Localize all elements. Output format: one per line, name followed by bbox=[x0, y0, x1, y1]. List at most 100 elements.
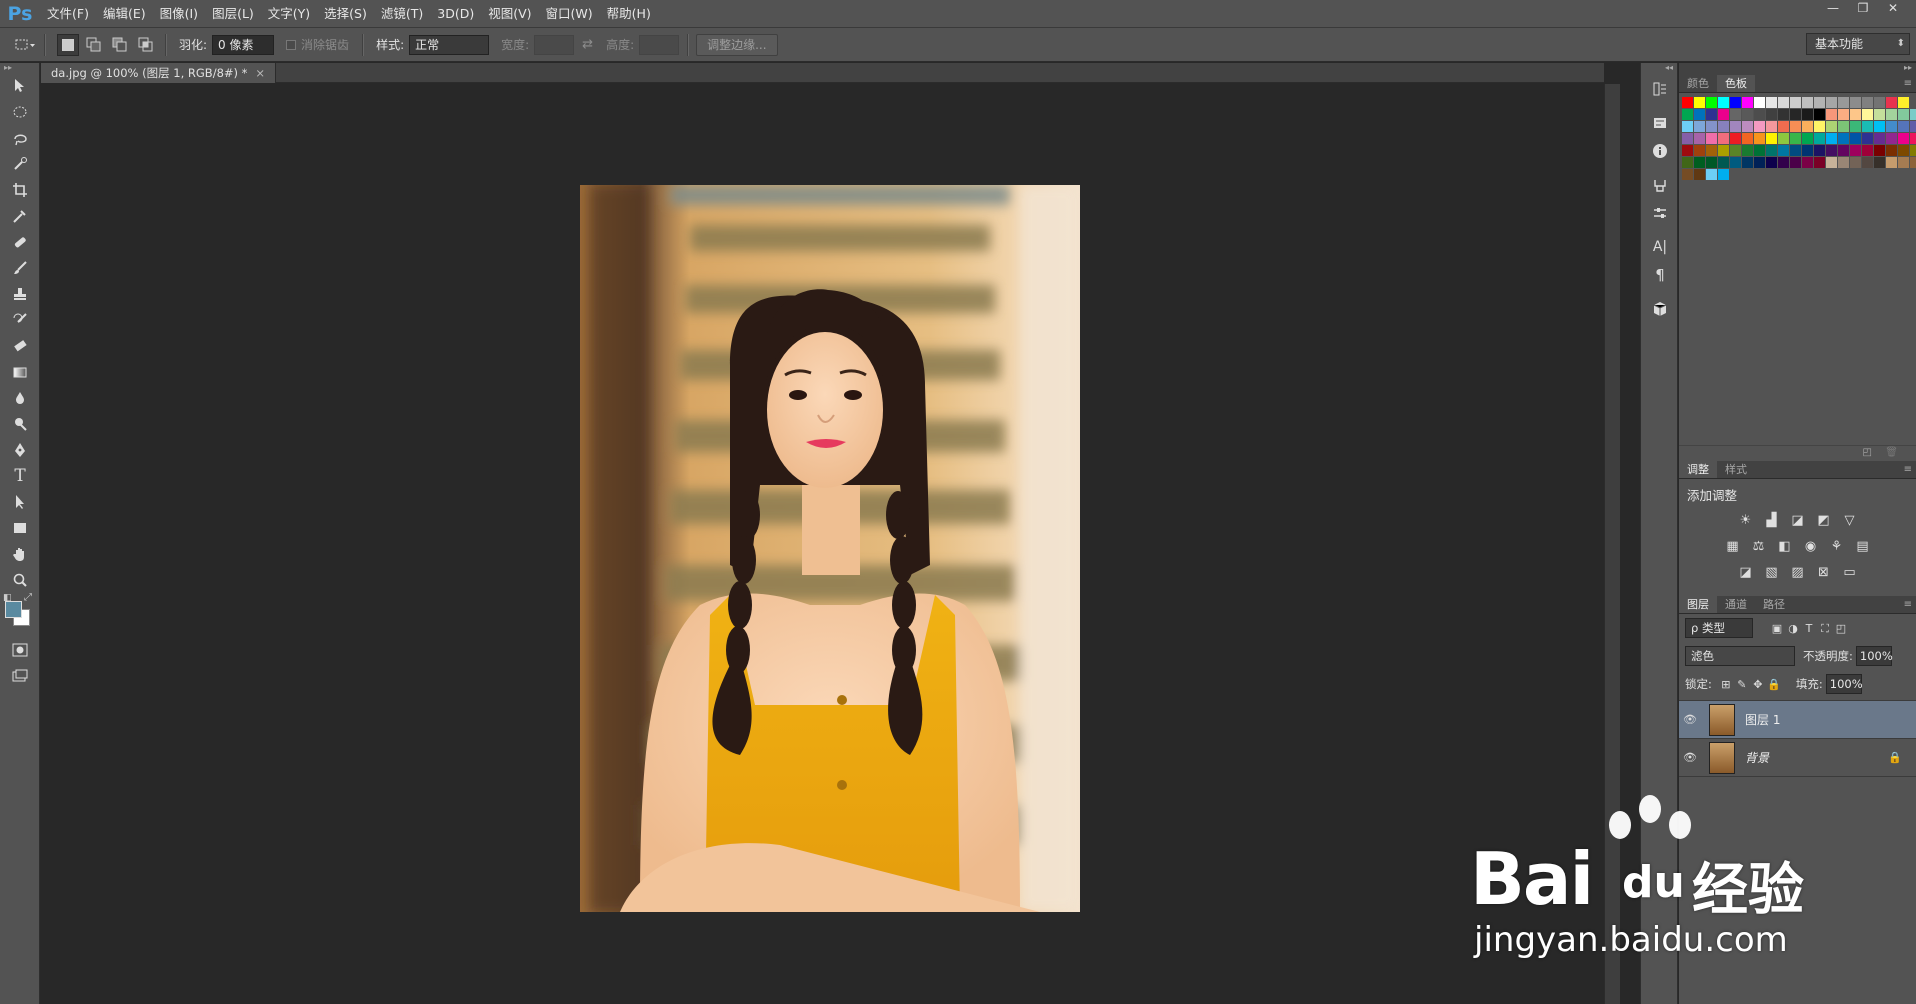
swatch-cell[interactable] bbox=[1838, 97, 1849, 108]
collapse-strip-icon[interactable]: ◂◂ bbox=[1641, 63, 1677, 75]
swatch-cell[interactable] bbox=[1850, 109, 1861, 120]
photoshop-logo[interactable]: Ps bbox=[0, 3, 40, 25]
height-input[interactable] bbox=[639, 34, 680, 55]
swatch-cell[interactable] bbox=[1694, 97, 1705, 108]
swatch-cell[interactable] bbox=[1850, 121, 1861, 132]
swatch-cell[interactable] bbox=[1754, 145, 1765, 156]
photo-filter-icon[interactable]: ◉ bbox=[1802, 538, 1820, 556]
posterize-icon[interactable]: ▧ bbox=[1763, 564, 1781, 582]
swap-dimensions-icon[interactable]: ⇄ bbox=[582, 37, 593, 52]
swatch-cell[interactable] bbox=[1862, 109, 1873, 120]
swatch-cell[interactable] bbox=[1694, 133, 1705, 144]
swatch-cell[interactable] bbox=[1838, 157, 1849, 168]
swatch-cell[interactable] bbox=[1766, 97, 1777, 108]
channel-mixer-icon[interactable]: ⚘ bbox=[1828, 538, 1846, 556]
menu-window[interactable]: 窗口(W) bbox=[539, 0, 600, 28]
swatch-cell[interactable] bbox=[1874, 133, 1885, 144]
swatch-cell[interactable] bbox=[1682, 97, 1693, 108]
history-panel-icon[interactable] bbox=[1641, 75, 1679, 103]
swatch-cell[interactable] bbox=[1718, 145, 1729, 156]
path-selection-tool-icon[interactable] bbox=[0, 489, 40, 515]
restore-button[interactable]: ❐ bbox=[1848, 0, 1878, 18]
swatch-cell[interactable] bbox=[1742, 121, 1753, 132]
style-select[interactable]: 正常 bbox=[409, 34, 490, 55]
screen-mode-icon[interactable] bbox=[0, 663, 40, 689]
delete-swatch-icon[interactable]: 🗑 bbox=[1885, 447, 1898, 458]
swatch-cell[interactable] bbox=[1814, 145, 1825, 156]
lock-all-icon[interactable]: 🔒 bbox=[1766, 678, 1782, 691]
invert-icon[interactable]: ◪ bbox=[1737, 564, 1755, 582]
feather-input[interactable]: 0 像素 bbox=[212, 34, 275, 55]
swatch-cell[interactable] bbox=[1874, 157, 1885, 168]
swap-colors-icon[interactable]: ⤢ bbox=[24, 592, 32, 603]
document-tab[interactable]: da.jpg @ 100% (图层 1, RGB/8#) * × bbox=[41, 63, 277, 83]
swatch-cell[interactable] bbox=[1850, 145, 1861, 156]
swatch-cell[interactable] bbox=[1754, 157, 1765, 168]
black-white-icon[interactable]: ◧ bbox=[1776, 538, 1794, 556]
swatch-cell[interactable] bbox=[1778, 157, 1789, 168]
vibrance-icon[interactable]: ▽ bbox=[1841, 512, 1859, 530]
swatch-cell[interactable] bbox=[1874, 145, 1885, 156]
menu-layer[interactable]: 图层(L) bbox=[205, 0, 261, 28]
swatch-cell[interactable] bbox=[1778, 97, 1789, 108]
swatch-cell[interactable] bbox=[1730, 121, 1741, 132]
swatch-cell[interactable] bbox=[1742, 145, 1753, 156]
swatch-cell[interactable] bbox=[1778, 133, 1789, 144]
swatch-cell[interactable] bbox=[1886, 121, 1897, 132]
swatch-cell[interactable] bbox=[1898, 109, 1909, 120]
swatch-cell[interactable] bbox=[1814, 133, 1825, 144]
antialias-checkbox[interactable] bbox=[286, 39, 297, 50]
filter-shape-icon[interactable]: ⛶ bbox=[1817, 622, 1833, 636]
filter-smart-icon[interactable]: ◰ bbox=[1833, 622, 1849, 635]
swatch-cell[interactable] bbox=[1898, 157, 1909, 168]
swatch-cell[interactable] bbox=[1718, 121, 1729, 132]
swatch-cell[interactable] bbox=[1862, 145, 1873, 156]
swatch-cell[interactable] bbox=[1850, 133, 1861, 144]
swatch-cell[interactable] bbox=[1694, 121, 1705, 132]
swatch-cell[interactable] bbox=[1862, 133, 1873, 144]
swatch-cell[interactable] bbox=[1910, 133, 1916, 144]
swatch-cell[interactable] bbox=[1730, 109, 1741, 120]
minimize-button[interactable]: — bbox=[1818, 0, 1848, 18]
menu-image[interactable]: 图像(I) bbox=[153, 0, 205, 28]
brush-tool-icon[interactable] bbox=[0, 255, 40, 281]
filter-adjustment-icon[interactable]: ◑ bbox=[1785, 622, 1801, 635]
swatch-cell[interactable] bbox=[1718, 133, 1729, 144]
swatch-cell[interactable] bbox=[1910, 121, 1916, 132]
swatch-cell[interactable] bbox=[1778, 145, 1789, 156]
filter-pixel-icon[interactable]: ▣ bbox=[1769, 622, 1785, 635]
swatch-cell[interactable] bbox=[1742, 97, 1753, 108]
layer-item-background[interactable]: 👁 背景 🔒 bbox=[1679, 739, 1916, 777]
marquee-tool-icon[interactable] bbox=[0, 99, 40, 125]
swatch-cell[interactable] bbox=[1706, 121, 1717, 132]
swatch-cell[interactable] bbox=[1682, 145, 1693, 156]
move-tool-icon[interactable] bbox=[0, 73, 40, 99]
swatch-cell[interactable] bbox=[1706, 145, 1717, 156]
rectangle-tool-icon[interactable] bbox=[0, 515, 40, 541]
swatch-cell[interactable] bbox=[1802, 145, 1813, 156]
swatch-cell[interactable] bbox=[1838, 109, 1849, 120]
fill-input[interactable]: 100% bbox=[1825, 674, 1863, 694]
quick-mask-icon[interactable] bbox=[0, 637, 40, 663]
swatch-cell[interactable] bbox=[1790, 97, 1801, 108]
swatch-cell[interactable] bbox=[1910, 145, 1916, 156]
swatch-cell[interactable] bbox=[1814, 109, 1825, 120]
swatch-cell[interactable] bbox=[1790, 133, 1801, 144]
brightness-contrast-icon[interactable]: ☀ bbox=[1737, 512, 1755, 530]
menu-filter[interactable]: 滤镜(T) bbox=[374, 0, 430, 28]
gradient-map-icon[interactable]: ▭ bbox=[1841, 564, 1859, 582]
swatch-cell[interactable] bbox=[1790, 145, 1801, 156]
character-panel-icon[interactable]: A| bbox=[1641, 233, 1679, 261]
swatch-cell[interactable] bbox=[1814, 157, 1825, 168]
swatch-cell[interactable] bbox=[1850, 157, 1861, 168]
swatch-cell[interactable] bbox=[1718, 169, 1729, 180]
tab-paths[interactable]: 路径 bbox=[1755, 596, 1793, 613]
swatch-cell[interactable] bbox=[1886, 145, 1897, 156]
swatch-cell[interactable] bbox=[1826, 145, 1837, 156]
swatch-cell[interactable] bbox=[1826, 97, 1837, 108]
collapse-toolbar-icon[interactable]: ▸▸ bbox=[0, 63, 39, 73]
hand-tool-icon[interactable] bbox=[0, 541, 40, 567]
swatch-cell[interactable] bbox=[1874, 121, 1885, 132]
swatch-cell[interactable] bbox=[1754, 97, 1765, 108]
tab-swatches[interactable]: 色板 bbox=[1717, 75, 1755, 92]
